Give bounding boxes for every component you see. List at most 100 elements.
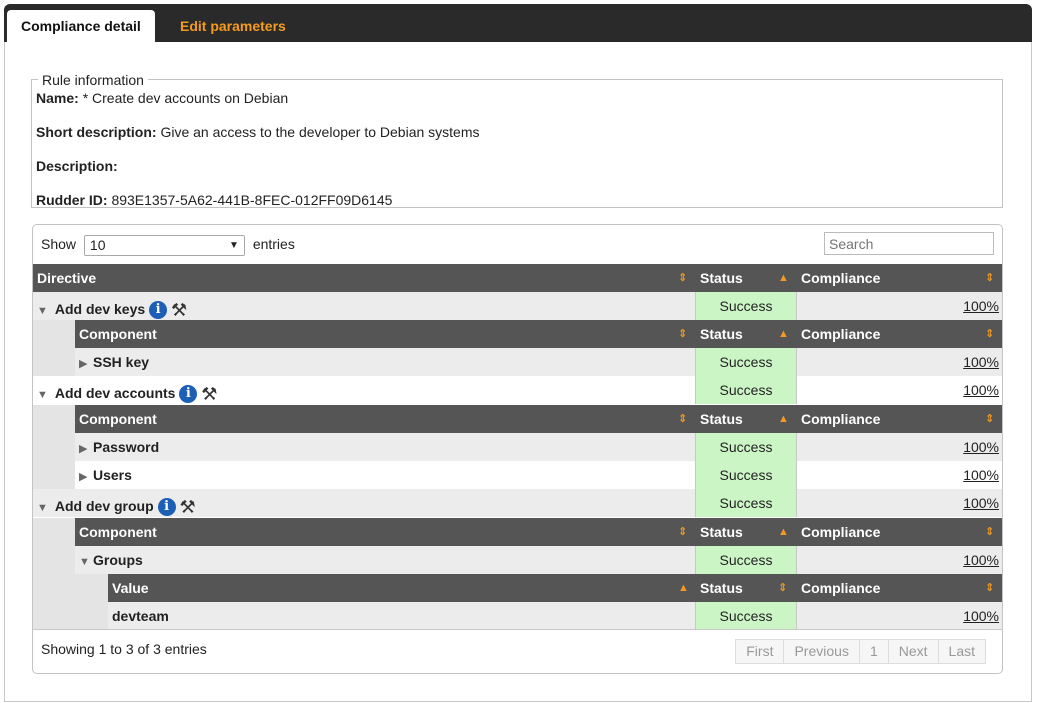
- directive-row[interactable]: ▼ Add dev group i ⚒ Success 100%: [33, 489, 1002, 517]
- compliance-link[interactable]: 100%: [797, 292, 1001, 320]
- page-1-button[interactable]: 1: [859, 640, 889, 663]
- first-page-button[interactable]: First: [736, 640, 785, 663]
- info-icon[interactable]: i: [179, 385, 198, 404]
- directive-name: Add dev keys: [54, 301, 146, 317]
- next-page-button[interactable]: Next: [888, 640, 939, 663]
- sort-asc-icon[interactable]: ▲: [778, 405, 789, 433]
- component-cell: ▶ Password: [79, 433, 159, 461]
- triangle-right-icon[interactable]: ▶: [79, 350, 93, 378]
- compliance-link[interactable]: 100%: [797, 546, 1001, 574]
- status-badge: Success: [695, 546, 797, 574]
- page-length-value: 10: [89, 236, 106, 253]
- table-bottom-border: [33, 629, 1002, 630]
- compliance-header[interactable]: Compliance: [801, 574, 981, 602]
- triangle-right-icon[interactable]: ▶: [79, 435, 93, 463]
- rule-name-label: Name:: [36, 90, 79, 106]
- compliance-link[interactable]: 100%: [797, 433, 1001, 461]
- nested-indent: [33, 320, 75, 377]
- sort-both-icon[interactable]: ⇕: [678, 264, 687, 292]
- sort-both-icon[interactable]: ⇕: [778, 574, 787, 602]
- component-header[interactable]: Component: [79, 518, 679, 546]
- tab-edit-parameters[interactable]: Edit parameters: [166, 10, 300, 42]
- sort-both-icon[interactable]: ⇕: [985, 574, 994, 602]
- tab-compliance-detail[interactable]: Compliance detail: [7, 10, 155, 42]
- previous-page-button[interactable]: Previous: [784, 640, 860, 663]
- short-description-label: Short description:: [36, 124, 157, 140]
- rudder-id-label: Rudder ID:: [36, 192, 108, 208]
- sort-both-icon[interactable]: ⇕: [985, 405, 994, 433]
- table-info: Showing 1 to 3 of 3 entries: [41, 641, 207, 657]
- directive-header-row: Directive ⇕ Status ▲ Compliance ⇕: [33, 264, 1002, 292]
- value-name: devteam: [112, 608, 169, 624]
- directive-name: Add dev group: [54, 498, 154, 514]
- directive-row[interactable]: ▼ Add dev accounts i ⚒ Success 100%: [33, 376, 1002, 404]
- value-row[interactable]: devteam Success 100%: [108, 602, 1002, 630]
- rule-id: Rudder ID: 893E1357-5A62-441B-8FEC-012FF…: [36, 191, 392, 209]
- last-page-button[interactable]: Last: [938, 640, 985, 663]
- sort-asc-icon[interactable]: ▲: [778, 320, 789, 348]
- tab-bar: Compliance detail Edit parameters: [4, 4, 1032, 42]
- rule-short-description: Short description: Give an access to the…: [36, 123, 480, 141]
- sort-asc-icon[interactable]: ▲: [778, 264, 789, 292]
- sort-asc-icon[interactable]: ▲: [778, 518, 789, 546]
- status-badge: Success: [695, 433, 797, 461]
- compliance-link[interactable]: 100%: [797, 376, 1001, 404]
- directive-header[interactable]: Directive: [37, 264, 677, 292]
- sort-both-icon[interactable]: ⇕: [678, 320, 687, 348]
- sort-both-icon[interactable]: ⇕: [985, 264, 994, 292]
- component-header[interactable]: Component: [79, 405, 679, 433]
- component-row[interactable]: ▶ Password Success 100%: [75, 433, 1002, 461]
- component-name: Users: [93, 467, 132, 483]
- rudder-id-value: 893E1357-5A62-441B-8FEC-012FF09D6145: [111, 192, 393, 208]
- rule-description: Description:: [36, 157, 118, 175]
- short-description-value: Give an access to the developer to Debia…: [160, 124, 480, 140]
- directive-cell: ▼ Add dev keys i ⚒: [37, 295, 187, 323]
- status-badge: Success: [695, 489, 797, 517]
- chevron-down-icon: ▼: [229, 239, 239, 251]
- sort-both-icon[interactable]: ⇕: [678, 518, 687, 546]
- search-input[interactable]: [824, 232, 994, 255]
- sort-asc-icon[interactable]: ▲: [678, 574, 689, 602]
- compliance-link[interactable]: 100%: [797, 489, 1001, 517]
- component-row[interactable]: ▶ Users Success 100%: [75, 461, 1002, 489]
- directive-cell: ▼ Add dev group i ⚒: [37, 492, 196, 520]
- component-row[interactable]: ▼ Groups Success 100%: [75, 546, 1002, 574]
- nested-indent: [75, 574, 108, 629]
- component-name: Password: [93, 439, 160, 455]
- component-header[interactable]: Component: [79, 320, 679, 348]
- component-cell: ▶ Users: [79, 461, 132, 489]
- triangle-down-icon[interactable]: ▼: [79, 548, 93, 576]
- directive-cell: ▼ Add dev accounts i ⚒: [37, 379, 217, 407]
- sort-both-icon[interactable]: ⇕: [985, 518, 994, 546]
- rule-information-legend: Rule information: [38, 72, 148, 88]
- directives-table-container: Show 10 ▼ entries Directive ⇕ Status ▲ Co…: [32, 224, 1003, 674]
- compliance-header[interactable]: Compliance: [801, 518, 981, 546]
- compliance-header[interactable]: Compliance: [801, 320, 981, 348]
- page-length-select[interactable]: 10 ▼: [83, 234, 245, 256]
- component-name: Groups: [93, 552, 143, 568]
- page-length-control: Show 10 ▼ entries: [41, 234, 295, 256]
- compliance-link[interactable]: 100%: [797, 461, 1001, 489]
- status-badge: Success: [695, 461, 797, 489]
- pagination: First Previous 1 Next Last: [735, 639, 986, 664]
- info-icon[interactable]: i: [157, 498, 176, 517]
- info-icon[interactable]: i: [149, 301, 168, 320]
- compliance-header[interactable]: Compliance: [801, 405, 981, 433]
- sort-both-icon[interactable]: ⇕: [678, 405, 687, 433]
- directive-row[interactable]: ▼ Add dev keys i ⚒ Success 100%: [33, 292, 1002, 320]
- component-row[interactable]: ▶ SSH key Success 100%: [75, 348, 1002, 376]
- compliance-header[interactable]: Compliance: [801, 264, 981, 292]
- value-header[interactable]: Value: [112, 574, 672, 602]
- component-header-row: Component ⇕ Status ▲ Compliance ⇕: [75, 320, 1002, 348]
- rule-name-value: * Create dev accounts on Debian: [82, 90, 289, 106]
- status-badge: Success: [695, 348, 797, 376]
- nested-indent: [33, 518, 75, 629]
- triangle-right-icon[interactable]: ▶: [79, 463, 93, 491]
- compliance-link[interactable]: 100%: [797, 348, 1001, 376]
- component-cell: ▼ Groups: [79, 546, 143, 574]
- status-badge: Success: [695, 602, 797, 630]
- rule-information-fieldset: Rule information Name: * Create dev acco…: [31, 72, 1003, 209]
- compliance-link[interactable]: 100%: [797, 602, 1001, 630]
- sort-both-icon[interactable]: ⇕: [985, 320, 994, 348]
- component-name: SSH key: [93, 354, 150, 370]
